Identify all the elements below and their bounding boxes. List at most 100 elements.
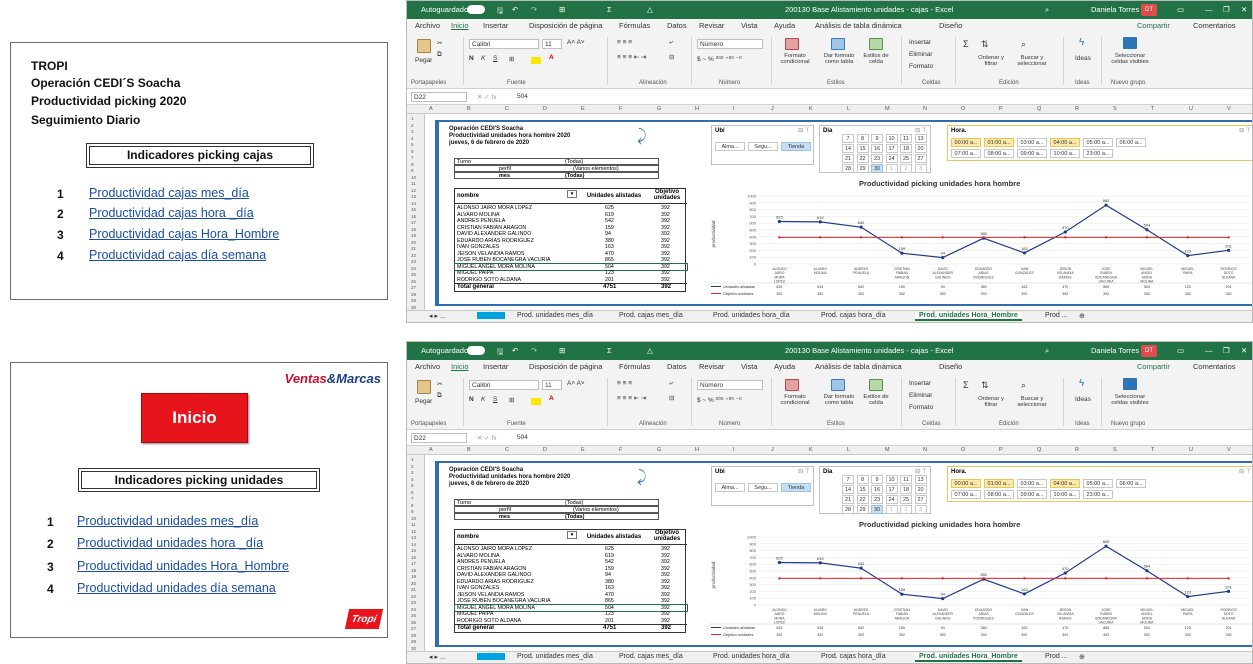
ideas-icon[interactable]: ϟ [1079,378,1084,389]
slicer-item[interactable]: 14 [842,144,854,153]
copy-icon[interactable]: ⧉ [437,392,442,400]
row-header[interactable]: 11 [411,522,416,527]
table-icon[interactable]: ⊞ [559,346,565,355]
slicer-item[interactable]: 08:00 a... [984,149,1014,158]
row-header[interactable]: 15 [411,207,416,212]
name-box[interactable]: D22 [411,433,467,443]
column-header[interactable]: A [429,447,433,453]
tab-revisar[interactable]: Revisar [699,21,724,30]
select-visible-label[interactable]: Seleccionar celdas visibles [1107,394,1153,406]
insert-cells-button[interactable]: Insertar [909,39,931,46]
conditional-format-icon[interactable] [785,379,799,391]
clear-filter-icon[interactable]: ⊟ ⊤ [1239,468,1251,475]
row-header[interactable]: 21 [411,587,416,592]
slicer-item[interactable]: 24 [885,495,898,504]
column-header[interactable]: D [543,106,547,112]
filter-mes[interactable]: (Todas) [565,173,584,179]
slicer-item[interactable]: 14 [842,485,854,494]
sheet-tab[interactable]: Prod. unidades hora_día [713,312,790,319]
column-header[interactable]: B [467,447,471,453]
column-header[interactable]: L [847,447,850,453]
format-cells-button[interactable]: Formato [909,404,933,411]
column-header[interactable]: H [695,106,699,112]
font-size-select[interactable]: 11 [542,39,562,49]
slicer-item[interactable]: Segu... [748,483,778,492]
autosave-toggle[interactable] [467,346,485,355]
formula-input[interactable]: 504 [517,434,528,441]
row-header[interactable]: 7 [411,496,414,501]
table-icon[interactable]: ⊞ [559,5,565,14]
underline-icon[interactable]: S [493,396,497,403]
row-header[interactable]: 21 [411,246,416,251]
font-name-select[interactable]: Calibri [469,380,539,390]
row-header[interactable]: 14 [411,542,416,547]
tab-analisis[interactable]: Análisis de tabla dinámica [815,21,902,30]
row-header[interactable]: 18 [411,227,416,232]
back-arrow-icon[interactable]: ⤸ [637,128,647,146]
slicer-item[interactable]: 8 [856,134,869,143]
column-header[interactable]: N [923,106,927,112]
cell-styles-label[interactable]: Estilos de celda [859,53,893,65]
slicer-item[interactable]: 22 [856,495,869,504]
column-header[interactable]: S [1113,447,1117,453]
paste-icon[interactable] [417,39,431,53]
row-header[interactable]: 23 [411,600,416,605]
currency-icon[interactable]: $ ~ % ⁰⁰⁰ ⁺⁰⁰ ⁻⁰ [697,55,742,63]
italic-icon[interactable]: K [481,55,485,62]
slicer-item[interactable]: 30 [871,164,883,173]
column-header[interactable]: V [1227,106,1231,112]
sheet-tab[interactable]: Prod. cajas mes_día [619,312,683,319]
sheet-tab[interactable]: Prod. cajas hora_día [821,653,886,660]
sheet-tab[interactable]: Prod. unidades hora_día [713,653,790,660]
paste-label[interactable]: Pegar [415,57,432,64]
align-top-icon[interactable]: ≡ ≡ ≡ [617,39,632,46]
underline-icon[interactable]: S [493,55,497,62]
chart-icon[interactable]: △ [647,346,653,355]
link-productividad-unidades-hora-hombre[interactable]: Productividad unidades Hora_Hombre [77,559,289,573]
share-button[interactable]: Compartir [1137,21,1170,30]
autosave-toggle[interactable] [467,5,485,14]
row-header[interactable]: 20 [411,240,416,245]
column-header[interactable]: U [1189,447,1193,453]
slicer-item[interactable]: 25 [900,495,912,504]
row-header[interactable]: 16 [411,214,416,219]
row-header[interactable]: 8 [411,162,414,167]
align-left-icon[interactable]: ≡ ≡ ≡ ⇤ ⇥ [617,53,647,61]
slicer-item[interactable]: 2 [900,505,912,514]
slicer-item[interactable]: 23 [871,495,883,504]
tab-disposicion[interactable]: Disposición de página [529,21,602,30]
number-format-select[interactable]: Número [697,380,763,390]
slicer-item[interactable]: 07:00 a... [951,490,981,499]
row-header[interactable]: 28 [411,292,416,297]
tab-ayuda[interactable]: Ayuda [774,21,795,30]
slicer-item[interactable]: 29 [856,505,869,514]
sheet-tab[interactable]: Prod. cajas hora_día [821,312,886,319]
delete-cells-button[interactable]: Eliminar [909,51,932,58]
sheet-tab-inicio[interactable]: Inicio [477,653,506,660]
copy-icon[interactable]: ⧉ [437,51,442,59]
row-header[interactable]: 23 [411,259,416,264]
cell-styles-label[interactable]: Estilos de celda [859,394,893,406]
row-header[interactable]: 19 [411,233,416,238]
align-left-icon[interactable]: ≡ ≡ ≡ ⇤ ⇥ [617,394,647,402]
row-header[interactable]: 8 [411,503,414,508]
format-table-icon[interactable] [831,38,845,50]
select-visible-icon[interactable] [1123,378,1137,390]
clear-filter-icon[interactable]: ⊟ ⊤ [798,468,810,475]
filter-mes[interactable]: (Todas) [565,514,584,520]
tab-disposicion[interactable]: Disposición de página [529,362,602,371]
close-icon[interactable]: ✕ [1241,346,1247,355]
ribbon-display-icon[interactable]: ▭ [1177,5,1184,14]
fill-color-icon[interactable] [531,398,541,405]
clear-filter-icon[interactable]: ⊟ ⊤ [798,127,810,134]
slicer-item[interactable]: 3 [914,505,927,514]
column-header[interactable]: N [923,447,927,453]
filter-dropdown-icon[interactable]: ▾ [567,531,577,539]
close-icon[interactable]: ✕ [1241,5,1247,14]
sheet-tab-active[interactable]: Prod. unidades Hora_Hombre [915,312,1022,321]
column-header[interactable]: U [1189,106,1193,112]
slicer-item[interactable]: 20 [914,485,927,494]
column-header[interactable]: F [619,106,622,112]
slicer-item[interactable]: Segu... [748,142,778,151]
row-header[interactable]: 3 [411,470,414,475]
